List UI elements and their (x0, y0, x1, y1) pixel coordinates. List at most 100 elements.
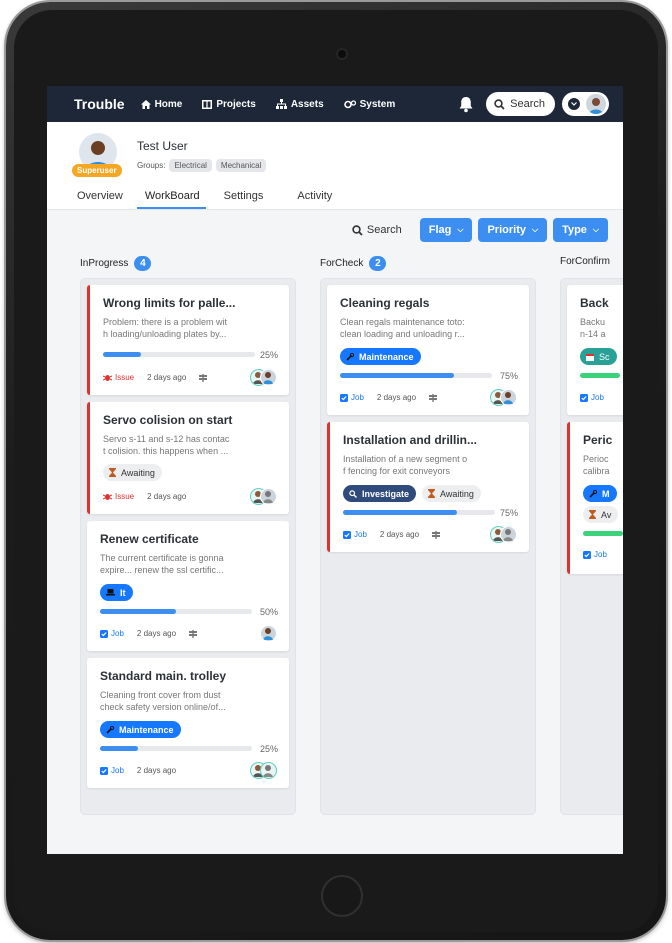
tag-label: Investigate (362, 488, 410, 499)
kind-label: Job (351, 393, 364, 402)
board-search-button[interactable]: Search (352, 224, 402, 236)
profile-header: Superuser Test User Groups: Electrical M… (47, 122, 623, 210)
wrench-icon (106, 725, 114, 734)
work-card[interactable]: Wrong limits for palle... Problem: there… (87, 285, 289, 395)
category-tag[interactable]: Maintenance (340, 348, 421, 365)
card-assignees[interactable] (250, 762, 277, 779)
nav-item-assets[interactable]: Assets (275, 99, 324, 110)
dropdown-label: Type (562, 224, 587, 236)
category-tag[interactable]: Sc (580, 348, 617, 365)
tab-activity[interactable]: Activity (297, 188, 332, 209)
card-assignees[interactable] (250, 488, 277, 505)
user-menu-button[interactable] (562, 92, 609, 116)
notifications-bell-icon[interactable] (458, 96, 474, 113)
avatar (260, 369, 277, 386)
board-toolbar: Search Flag ⌵ Priority ⌵ Type ⌵ (352, 218, 608, 242)
checkbox-icon (583, 550, 591, 559)
search-icon (494, 98, 505, 110)
card-title: Installation and drillin... (343, 433, 478, 447)
work-card[interactable]: Installation and drillin... Installation… (327, 422, 529, 552)
signpost-icon (189, 629, 198, 638)
dropdown-label: Flag (428, 224, 452, 236)
work-card[interactable]: Renew certificate The current certificat… (87, 521, 289, 651)
column-count-badge: 2 (369, 256, 387, 271)
kind-issue: Issue (103, 373, 134, 382)
progress-bar (100, 609, 252, 614)
group-chip-electrical[interactable]: Electrical (169, 159, 212, 172)
wrench-icon (346, 352, 354, 361)
assets-icon (275, 99, 287, 109)
role-badge: Superuser (72, 164, 122, 177)
tab-workboard[interactable]: WorkBoard (136, 188, 206, 209)
avatar (260, 488, 277, 505)
card-assignees[interactable] (490, 526, 517, 543)
column-title: ForConfirm (560, 256, 611, 267)
priority-filter-dropdown[interactable]: Priority ⌵ (478, 218, 548, 242)
kind-label: Job (111, 629, 124, 638)
status-badge[interactable]: Av (583, 506, 619, 523)
flag-filter-dropdown[interactable]: Flag ⌵ (419, 218, 473, 242)
board-search-label: Search (366, 224, 402, 236)
tag-label: Maintenance (119, 724, 174, 735)
column-header-inprogress: InProgress 4 (80, 256, 152, 271)
category-tag[interactable]: Maintenance (100, 721, 181, 738)
progress-bar (100, 746, 252, 751)
hourglass-icon (589, 510, 596, 519)
card-assignees[interactable] (260, 625, 277, 642)
progress-bar (343, 510, 495, 515)
chevron-down-icon: ⌵ (592, 225, 599, 234)
work-card[interactable]: Standard main. trolley Cleaning front co… (87, 658, 289, 788)
status-badge[interactable]: Awaiting (103, 464, 162, 481)
card-meta: Issue 2 days ago (103, 492, 199, 501)
card-meta: Job 2 days ago (343, 530, 441, 539)
signpost-icon (429, 393, 438, 402)
work-card[interactable]: Servo colision on start Servo s-11 and s… (87, 402, 289, 514)
dropdown-label: Priority (487, 224, 526, 236)
card-assignees[interactable] (490, 389, 517, 406)
card-title: Back (580, 296, 609, 310)
magnifier-icon (349, 489, 357, 498)
work-card[interactable]: Back Backu n-14 a Sc Job (567, 285, 623, 415)
progress-percent: 25% (259, 350, 278, 360)
kind-job: Job (100, 766, 124, 775)
user-name: Test User (137, 139, 188, 153)
board-column-forconfirm: Back Backu n-14 a Sc Job Peric Perioc cali… (560, 278, 623, 815)
card-time: 2 days ago (147, 492, 187, 501)
checkbox-icon (343, 530, 351, 539)
progress-fill (340, 373, 454, 378)
nav-item-projects[interactable]: Projects (202, 99, 256, 110)
status-badge[interactable]: Awaiting (422, 485, 481, 502)
home-hardware-button[interactable] (321, 875, 363, 917)
nav-item-system[interactable]: System (343, 99, 395, 110)
checkbox-icon (580, 393, 588, 402)
progress-fill (100, 746, 138, 751)
kind-issue: Issue (103, 492, 134, 501)
avatar (260, 625, 277, 642)
column-count-badge: 4 (134, 256, 152, 271)
tag-label: M (602, 488, 610, 499)
board-column-forcheck: Cleaning regals Clean regals maintenance… (320, 278, 536, 815)
card-meta: Job 2 days ago (100, 629, 198, 638)
tag-label: Av (601, 509, 612, 520)
work-card[interactable]: Peric Perioc calibra M Av Job (567, 422, 623, 574)
group-chip-mechanical[interactable]: Mechanical (215, 159, 267, 172)
category-tag[interactable]: Investigate (343, 485, 417, 502)
tab-settings[interactable]: Settings (224, 188, 264, 209)
brand-logo[interactable]: Trouble (74, 96, 125, 112)
category-tag[interactable]: It (100, 584, 133, 601)
progress-fill (103, 352, 141, 357)
card-description: The current certificate is gonna expire..… (100, 553, 224, 575)
nav-search-button[interactable]: Search (486, 92, 555, 116)
card-assignees[interactable] (250, 369, 277, 386)
category-tag[interactable]: M (583, 485, 617, 502)
tab-overview[interactable]: Overview (77, 188, 123, 209)
progress-percent: 50% (259, 607, 278, 617)
card-description: Clean regals maintenance toto: clean load… (340, 317, 465, 339)
search-icon (352, 224, 363, 236)
nav-item-home[interactable]: Home (140, 99, 182, 110)
work-card[interactable]: Cleaning regals Clean regals maintenance… (327, 285, 529, 415)
kind-job: Job (100, 629, 124, 638)
progress-bar (103, 352, 255, 357)
hourglass-icon (428, 489, 435, 498)
type-filter-dropdown[interactable]: Type ⌵ (553, 218, 608, 242)
